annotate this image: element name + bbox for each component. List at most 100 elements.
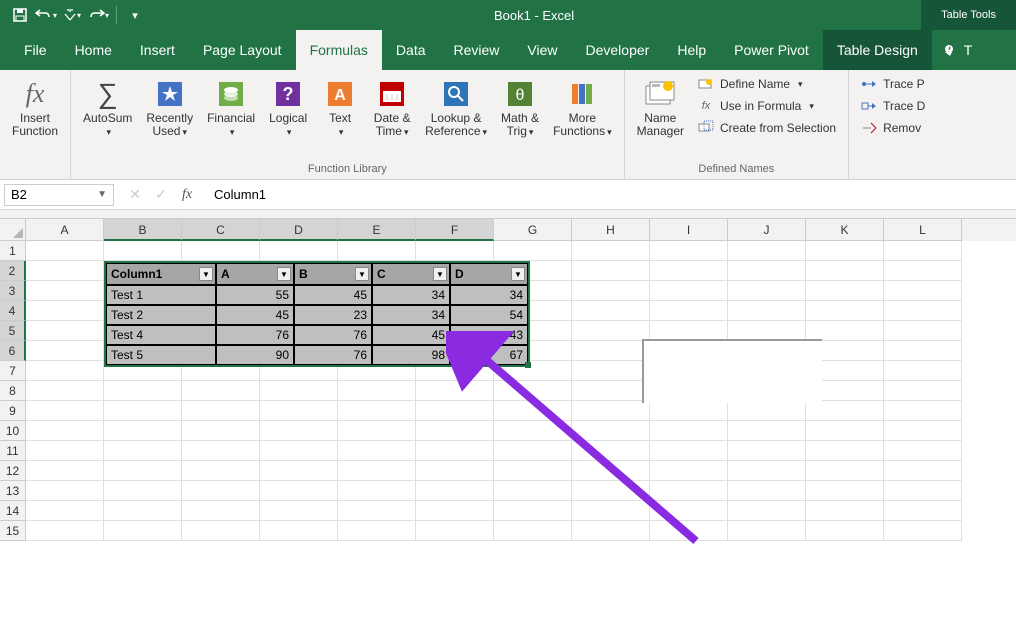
table-cell[interactable]: 23 [294,305,372,325]
cell[interactable] [650,421,728,441]
cell[interactable] [260,421,338,441]
tab-file[interactable]: File [10,30,61,70]
cell[interactable] [884,241,962,261]
row-header[interactable]: 14 [0,501,26,521]
use-in-formula-button[interactable]: fxUse in Formula ▾ [692,96,842,116]
cell[interactable] [884,401,962,421]
cell[interactable] [650,441,728,461]
cell[interactable] [338,461,416,481]
column-header[interactable]: F [416,219,494,241]
recently-used-button[interactable]: Recently Used▾ [140,74,199,143]
cell[interactable] [104,401,182,421]
excel-table[interactable]: Column1▼A▼B▼C▼D▼Test 155453434Test 24523… [104,261,530,367]
cell[interactable] [884,341,962,361]
table-header[interactable]: D▼ [450,263,528,285]
row-header[interactable]: 3 [0,281,26,301]
cell[interactable] [650,481,728,501]
insert-function-button[interactable]: fx Insert Function [6,74,64,142]
redo-icon[interactable]: ▾ [86,3,110,27]
cell[interactable] [104,241,182,261]
column-header[interactable]: G [494,219,572,241]
cell[interactable] [806,521,884,541]
table-cell[interactable]: 76 [294,345,372,365]
fill-handle[interactable] [525,362,531,368]
row-header[interactable]: 7 [0,361,26,381]
cell[interactable] [104,461,182,481]
cell[interactable] [572,301,650,321]
save-icon[interactable] [8,3,32,27]
cell[interactable] [806,501,884,521]
cell[interactable] [104,521,182,541]
fx-icon[interactable]: fx [178,187,196,203]
cell[interactable] [338,501,416,521]
table-cell[interactable]: 76 [216,325,294,345]
cell[interactable] [650,241,728,261]
table-cell[interactable]: 98 [372,345,450,365]
cell[interactable] [26,461,104,481]
row-header[interactable]: 10 [0,421,26,441]
name-manager-button[interactable]: Name Manager [631,74,690,142]
table-cell[interactable]: 45 [372,325,450,345]
cell[interactable] [104,421,182,441]
table-header[interactable]: B▼ [294,263,372,285]
cell[interactable] [416,381,494,401]
cell[interactable] [650,261,728,281]
tab-power-pivot[interactable]: Power Pivot [720,30,823,70]
table-cell[interactable]: 76 [294,325,372,345]
cell[interactable] [806,301,884,321]
cell[interactable] [182,401,260,421]
cell[interactable] [572,281,650,301]
define-name-button[interactable]: Define Name ▾ [692,74,842,94]
cell[interactable] [26,401,104,421]
cell[interactable] [416,501,494,521]
tell-me[interactable]: T [942,42,973,58]
row-header[interactable]: 13 [0,481,26,501]
lookup-reference-button[interactable]: Lookup & Reference▾ [419,74,493,143]
column-header[interactable]: L [884,219,962,241]
cell[interactable] [26,281,104,301]
cell[interactable] [650,501,728,521]
tab-formulas[interactable]: Formulas [296,30,382,70]
cell[interactable] [26,361,104,381]
trace-dependents-button[interactable]: Trace D [855,96,931,116]
table-header[interactable]: Column1▼ [106,263,216,285]
filter-dropdown-icon[interactable]: ▼ [355,267,369,281]
cell[interactable] [182,421,260,441]
autosum-button[interactable]: ∑ AutoSum▾ [77,74,138,143]
cell[interactable] [26,341,104,361]
table-cell[interactable]: Test 1 [106,285,216,305]
cell[interactable] [572,521,650,541]
cell[interactable] [26,421,104,441]
cell[interactable] [26,301,104,321]
cell[interactable] [104,481,182,501]
cell[interactable] [728,421,806,441]
undo-icon[interactable]: ▾ [34,3,58,27]
cell[interactable] [650,401,728,421]
cell[interactable] [494,461,572,481]
column-header[interactable]: J [728,219,806,241]
cell[interactable] [416,521,494,541]
filter-dropdown-icon[interactable]: ▼ [511,267,525,281]
chart-placeholder[interactable] [642,339,822,403]
cell[interactable] [416,241,494,261]
table-cell[interactable]: Test 2 [106,305,216,325]
cell[interactable] [494,521,572,541]
cell[interactable] [572,401,650,421]
cell[interactable] [806,321,884,341]
cell[interactable] [338,481,416,501]
cell[interactable] [884,281,962,301]
qat-customize-icon[interactable]: ▾ [123,3,147,27]
cell[interactable] [884,381,962,401]
cell[interactable] [728,321,806,341]
filter-dropdown-icon[interactable]: ▼ [433,267,447,281]
cancel-formula-icon[interactable]: ✕ [126,186,144,203]
cell[interactable] [884,421,962,441]
cell[interactable] [416,441,494,461]
table-cell[interactable]: 45 [294,285,372,305]
touch-mode-icon[interactable]: ▾ [60,3,84,27]
cell[interactable] [728,461,806,481]
cell[interactable] [104,501,182,521]
math-trig-button[interactable]: θ Math & Trig▾ [495,74,545,143]
cell[interactable] [494,441,572,461]
column-header[interactable]: E [338,219,416,241]
